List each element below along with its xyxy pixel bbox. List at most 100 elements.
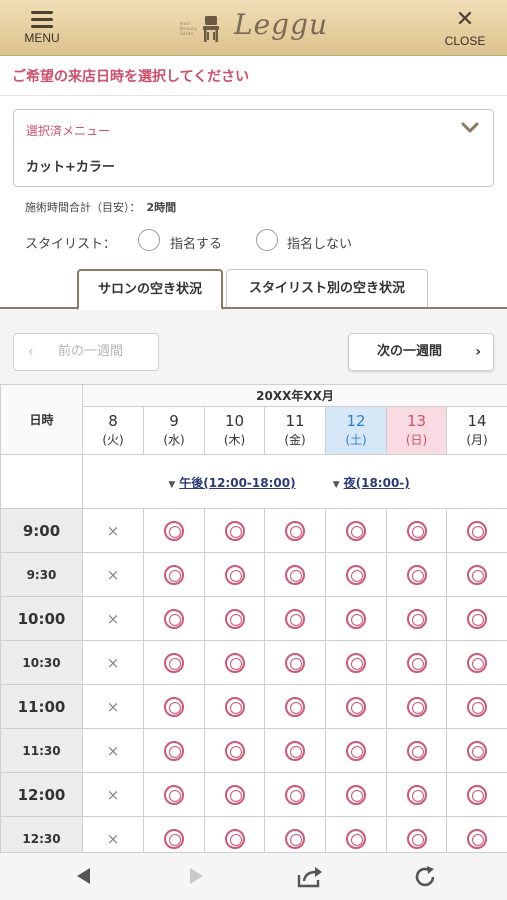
- available-slot[interactable]: [445, 728, 507, 773]
- available-slot[interactable]: [386, 640, 447, 685]
- available-slot[interactable]: [264, 508, 326, 553]
- available-slot[interactable]: [325, 552, 387, 597]
- date-time-header: 日時: [0, 384, 83, 455]
- radio-nominate[interactable]: [138, 229, 160, 251]
- available-slot[interactable]: [386, 684, 447, 729]
- duration-label: 施術時間合計（目安）：: [25, 201, 141, 214]
- available-slot[interactable]: [386, 552, 447, 597]
- chevron-down-icon: [461, 122, 479, 133]
- available-slot[interactable]: [143, 596, 205, 641]
- double-circle-icon: [285, 564, 305, 585]
- close-button[interactable]: ✕ CLOSE: [441, 9, 489, 49]
- available-slot[interactable]: [386, 728, 447, 773]
- double-circle-icon: [467, 784, 488, 805]
- day-weekday: (水): [163, 432, 185, 447]
- unavailable-slot: ×: [82, 552, 144, 597]
- available-slot[interactable]: [204, 596, 265, 641]
- available-slot[interactable]: [204, 552, 265, 597]
- available-slot[interactable]: [143, 552, 205, 597]
- double-circle-icon: [224, 520, 245, 541]
- tab-stylist-availability[interactable]: スタイリスト別の空き状況: [226, 269, 428, 308]
- month-header: 20XX年XX月: [81, 384, 507, 407]
- double-circle-icon: [224, 740, 245, 761]
- share-icon[interactable]: [296, 865, 324, 889]
- available-slot[interactable]: [325, 508, 387, 553]
- back-arrow-icon[interactable]: [74, 865, 92, 887]
- prev-week-button[interactable]: ‹ 前の一週間: [13, 333, 159, 371]
- available-slot[interactable]: [386, 772, 447, 817]
- menu-label: MENU: [24, 31, 60, 45]
- available-slot[interactable]: [325, 596, 387, 641]
- double-circle-icon: [406, 828, 427, 849]
- divider: [0, 95, 507, 96]
- available-slot[interactable]: [445, 684, 507, 729]
- available-slot[interactable]: [325, 728, 387, 773]
- double-circle-icon: [467, 520, 488, 541]
- available-slot[interactable]: [325, 684, 387, 729]
- tab-salon-availability[interactable]: サロンの空き状況: [77, 269, 223, 310]
- available-slot[interactable]: [204, 684, 265, 729]
- radio-no-nominate[interactable]: [256, 229, 278, 251]
- available-slot[interactable]: [143, 640, 205, 685]
- time-slot-row: 9:30 ×: [0, 552, 507, 597]
- available-slot[interactable]: [264, 596, 326, 641]
- available-slot[interactable]: [325, 772, 387, 817]
- available-slot[interactable]: [204, 772, 265, 817]
- available-slot[interactable]: [204, 508, 265, 553]
- time-label: 9:00: [0, 508, 83, 553]
- available-slot[interactable]: [204, 640, 265, 685]
- day-number: 13: [406, 411, 427, 430]
- hamburger-icon: [31, 11, 53, 28]
- available-slot[interactable]: [143, 772, 205, 817]
- selected-menu-dropdown[interactable]: 選択済メニュー カット+カラー: [13, 109, 494, 187]
- double-circle-icon: [285, 608, 305, 629]
- radio-nominate-label[interactable]: 指名する: [170, 233, 222, 252]
- available-slot[interactable]: [445, 552, 507, 597]
- double-circle-icon: [164, 696, 184, 717]
- radio-no-nominate-label[interactable]: 指名しない: [287, 233, 352, 252]
- unavailable-slot: ×: [82, 596, 144, 641]
- reload-icon[interactable]: [413, 865, 437, 889]
- double-circle-icon: [164, 520, 184, 541]
- time-label: 12:00: [0, 772, 83, 817]
- next-week-label: 次の一週間: [377, 344, 443, 359]
- available-slot[interactable]: [143, 684, 205, 729]
- filter-night-link[interactable]: 夜(18:00-): [344, 476, 410, 490]
- available-slot[interactable]: [445, 596, 507, 641]
- available-slot[interactable]: [264, 684, 326, 729]
- double-circle-icon: [285, 652, 305, 673]
- time-label: 11:30: [0, 728, 83, 773]
- filter-afternoon-link[interactable]: 午後(12:00-18:00): [179, 476, 295, 490]
- forward-arrow-icon[interactable]: [188, 865, 206, 887]
- double-circle-icon: [406, 784, 427, 805]
- available-slot[interactable]: [386, 508, 447, 553]
- available-slot[interactable]: [325, 640, 387, 685]
- double-circle-icon: [406, 520, 427, 541]
- available-slot[interactable]: [204, 728, 265, 773]
- available-slot[interactable]: [143, 508, 205, 553]
- available-slot[interactable]: [264, 552, 326, 597]
- unavailable-slot: ×: [82, 508, 144, 553]
- double-circle-icon: [285, 740, 305, 761]
- day-number: 14: [467, 411, 487, 430]
- next-week-button[interactable]: 次の一週間 ›: [348, 333, 494, 371]
- day-number: 9: [169, 411, 179, 430]
- available-slot[interactable]: [445, 640, 507, 685]
- double-circle-icon: [346, 520, 366, 541]
- cross-icon: ×: [106, 698, 120, 716]
- available-slot[interactable]: [143, 728, 205, 773]
- available-slot[interactable]: [445, 508, 507, 553]
- available-slot[interactable]: [264, 772, 326, 817]
- double-circle-icon: [467, 608, 488, 629]
- available-slot[interactable]: [386, 596, 447, 641]
- menu-button[interactable]: MENU: [18, 9, 66, 49]
- double-circle-icon: [346, 608, 366, 629]
- treatment-duration: 施術時間合計（目安）： 2時間: [25, 199, 176, 215]
- app-header: MENU Hair Beauty Salon Leggu ✕ CLOSE: [0, 0, 507, 56]
- selected-menu-label: 選択済メニュー: [26, 124, 111, 138]
- available-slot[interactable]: [445, 772, 507, 817]
- available-slot[interactable]: [264, 640, 326, 685]
- cross-icon: ×: [106, 786, 120, 804]
- cross-icon: ×: [106, 566, 120, 584]
- available-slot[interactable]: [264, 728, 326, 773]
